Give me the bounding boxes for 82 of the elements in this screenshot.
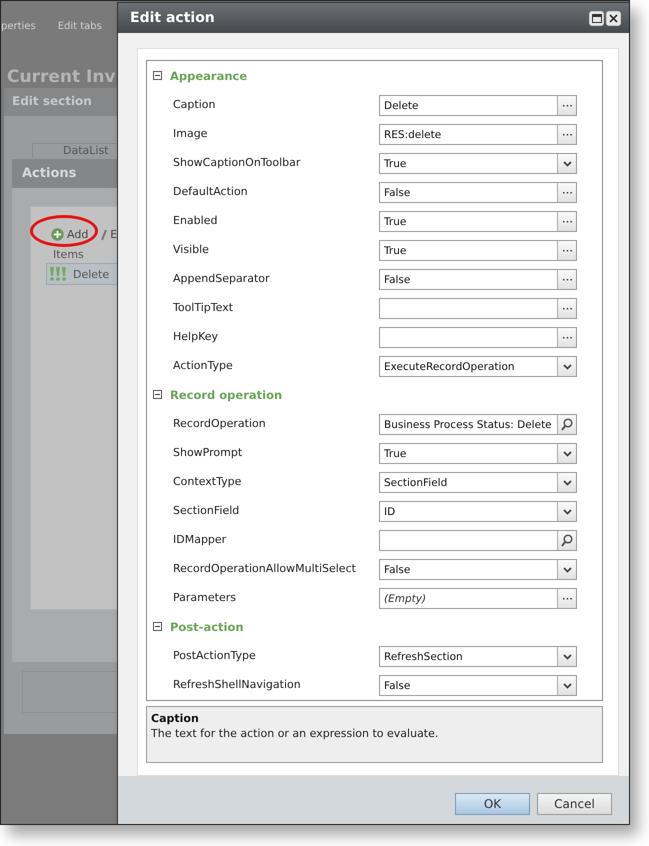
property-label: Visible xyxy=(173,243,210,256)
close-button[interactable] xyxy=(606,10,621,26)
description-text: The text for the action or an expression to evaluate. xyxy=(151,727,440,740)
search-icon xyxy=(561,418,573,431)
dropdown-field[interactable]: False xyxy=(379,559,577,580)
search-button[interactable] xyxy=(557,415,576,434)
property-label: Parameters xyxy=(173,591,237,604)
chevron-down-icon xyxy=(562,682,572,688)
dropdown-field[interactable]: SectionField xyxy=(379,472,577,493)
window-title: Edit action xyxy=(130,10,215,26)
property-label: Enabled xyxy=(173,214,218,227)
input-field[interactable]: (Empty) xyxy=(379,588,577,609)
property-label: AppendSeparator xyxy=(173,272,271,285)
plus-circle-icon xyxy=(51,228,64,240)
chevron-down-icon xyxy=(562,508,572,514)
input-field[interactable] xyxy=(379,530,577,551)
page-title: Current Inv xyxy=(7,67,116,87)
minus-box-icon xyxy=(153,71,162,80)
dropdown-field[interactable]: RefreshSection xyxy=(379,646,577,667)
collapse-toggle[interactable] xyxy=(153,622,162,631)
dropdown-field[interactable]: ExecuteRecordOperation xyxy=(379,356,577,377)
ellipsis-icon xyxy=(562,191,572,194)
chevron-down-icon xyxy=(562,364,572,370)
maximize-icon xyxy=(592,14,602,22)
dropdown-field[interactable]: False xyxy=(379,675,577,696)
chevron-down-icon xyxy=(562,480,572,486)
ellipsis-icon xyxy=(562,336,572,339)
close-icon xyxy=(609,14,618,22)
collapse-toggle[interactable] xyxy=(153,390,162,399)
category-heading: Appearance xyxy=(170,68,248,82)
ellipsis-icon xyxy=(562,133,572,136)
ellipsis-icon xyxy=(562,220,572,223)
edit-button[interactable]: E xyxy=(101,228,118,240)
property-label: PostActionType xyxy=(173,649,257,662)
chevron-down-icon xyxy=(562,566,572,572)
input-field[interactable]: RES:delete xyxy=(379,124,577,145)
input-field[interactable]: Business Process Status: Delete xyxy=(379,414,577,435)
ok-button[interactable]: OK xyxy=(455,793,530,815)
dropdown-field[interactable]: True xyxy=(379,153,577,174)
description-title: Caption xyxy=(151,712,200,725)
ellipsis-icon xyxy=(562,597,572,600)
input-field[interactable]: True xyxy=(379,240,577,261)
input-field[interactable]: False xyxy=(379,269,577,290)
collapse-toggle[interactable] xyxy=(153,71,162,80)
property-label: ContextType xyxy=(173,475,242,488)
minus-box-icon xyxy=(153,622,162,631)
property-label: HelpKey xyxy=(173,330,220,343)
ellipsis-icon xyxy=(562,104,572,107)
exclamation-icon xyxy=(49,266,67,282)
search-icon xyxy=(561,534,573,547)
input-field[interactable] xyxy=(379,298,577,319)
ellipsis-icon xyxy=(562,278,572,281)
input-field[interactable]: True xyxy=(379,211,577,232)
chevron-down-icon xyxy=(562,450,572,456)
highlight-ellipse xyxy=(30,215,98,247)
category-heading: Post-action xyxy=(170,620,244,634)
input-field[interactable] xyxy=(379,327,577,348)
dropdown-field[interactable]: ID xyxy=(379,501,577,522)
property-label: IDMapper xyxy=(173,533,228,546)
chevron-down-icon xyxy=(562,654,572,660)
property-label: RecordOperationAllowMultiSelect xyxy=(173,562,357,575)
property-label: ShowPrompt xyxy=(173,446,244,459)
add-button[interactable]: Add xyxy=(51,228,88,240)
property-label: SectionField xyxy=(173,504,240,517)
chevron-down-icon xyxy=(562,160,572,166)
cancel-button[interactable]: Cancel xyxy=(537,793,612,815)
ellipsis-icon xyxy=(562,307,572,310)
property-label: RecordOperation xyxy=(173,417,267,430)
property-label: RefreshShellNavigation xyxy=(173,678,302,691)
minus-box-icon xyxy=(153,390,162,399)
input-field[interactable]: Delete xyxy=(379,95,577,116)
ellipsis-icon xyxy=(562,249,572,252)
column-header: Items xyxy=(52,247,84,263)
property-label: Image xyxy=(173,127,208,140)
search-button[interactable] xyxy=(557,531,576,550)
maximize-button[interactable] xyxy=(589,10,604,26)
property-label: ActionType xyxy=(173,359,234,372)
property-label: ToolTipText xyxy=(173,301,234,314)
property-label: DefaultAction xyxy=(173,185,249,198)
input-field[interactable]: False xyxy=(379,182,577,203)
category-heading: Record operation xyxy=(170,388,282,402)
dropdown-field[interactable]: True xyxy=(379,443,577,464)
